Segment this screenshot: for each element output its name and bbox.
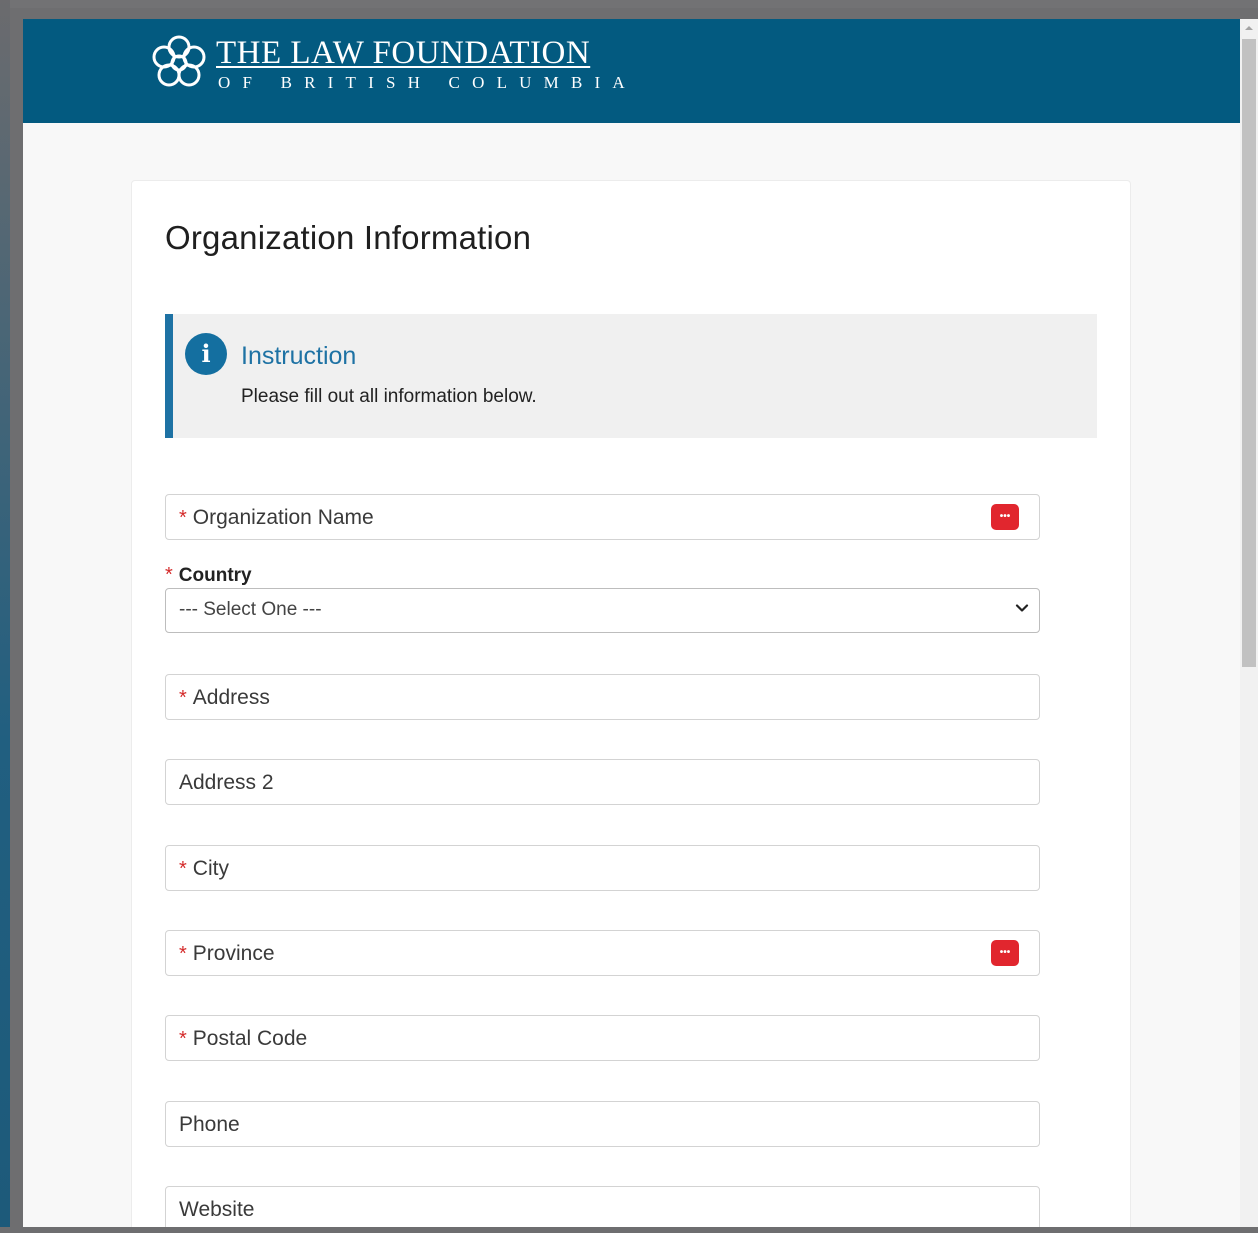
info-icon: i: [185, 333, 227, 375]
site-header: THE LAW FOUNDATION OF BRITISH COLUMBIA: [23, 19, 1240, 123]
address-label-text: Address: [192, 686, 270, 709]
page-viewport: THE LAW FOUNDATION OF BRITISH COLUMBIA O…: [23, 19, 1240, 1227]
postal-code-label-text: Postal Code: [192, 1027, 308, 1050]
website-label: Website: [179, 1198, 255, 1221]
province-field[interactable]: * Province •••: [165, 930, 1040, 976]
address-field[interactable]: * Address: [165, 674, 1040, 720]
province-label-text: Province: [192, 942, 275, 965]
required-marker: *: [179, 858, 187, 880]
country-label-text: Country: [178, 565, 252, 586]
instruction-panel: i Instruction Please fill out all inform…: [165, 314, 1097, 438]
address2-field[interactable]: Address 2: [165, 759, 1040, 805]
ellipsis-icon[interactable]: •••: [991, 940, 1019, 966]
website-field[interactable]: Website: [165, 1186, 1040, 1227]
logo-title: THE LAW FOUNDATION: [216, 35, 591, 71]
ellipsis-icon[interactable]: •••: [991, 504, 1019, 530]
required-marker: *: [179, 943, 187, 965]
address2-label: Address 2: [179, 771, 274, 794]
window-frame-left: [0, 0, 10, 1233]
country-selected-value: --- Select One ---: [179, 599, 322, 620]
required-marker: *: [179, 507, 187, 529]
instruction-body: Please fill out all information below.: [241, 386, 537, 407]
window-frame-top: [0, 0, 1258, 8]
country-select[interactable]: --- Select One ---: [165, 588, 1040, 633]
organization-name-label-text: Organization Name: [192, 506, 374, 529]
vertical-scrollbar[interactable]: [1240, 19, 1258, 1227]
required-marker: *: [179, 1028, 187, 1050]
window-frame-bottom: [0, 1227, 1258, 1233]
phone-label: Phone: [179, 1113, 240, 1136]
instruction-title: Instruction: [241, 342, 357, 370]
postal-code-label: * Postal Code: [179, 1027, 307, 1051]
page-title: Organization Information: [165, 219, 532, 256]
organization-name-label: * Organization Name: [179, 506, 374, 530]
address-label: * Address: [179, 686, 270, 710]
logo-subtitle: OF BRITISH COLUMBIA: [218, 73, 637, 92]
postal-code-field[interactable]: * Postal Code: [165, 1015, 1040, 1061]
city-field[interactable]: * City: [165, 845, 1040, 891]
organization-name-field[interactable]: * Organization Name •••: [165, 494, 1040, 540]
required-marker: *: [179, 687, 187, 709]
city-label: * City: [179, 857, 229, 881]
foundation-logo-icon: [152, 35, 206, 87]
scroll-up-arrow-icon[interactable]: [1240, 19, 1258, 37]
city-label-text: City: [192, 857, 229, 880]
chevron-down-icon: [1015, 604, 1029, 612]
required-marker: *: [165, 564, 173, 586]
scrollbar-thumb[interactable]: [1242, 39, 1256, 667]
phone-field[interactable]: Phone: [165, 1101, 1040, 1147]
form-card: Organization Information i Instruction P…: [131, 180, 1131, 1227]
country-label: * Country: [165, 564, 252, 587]
province-label: * Province: [179, 942, 275, 966]
